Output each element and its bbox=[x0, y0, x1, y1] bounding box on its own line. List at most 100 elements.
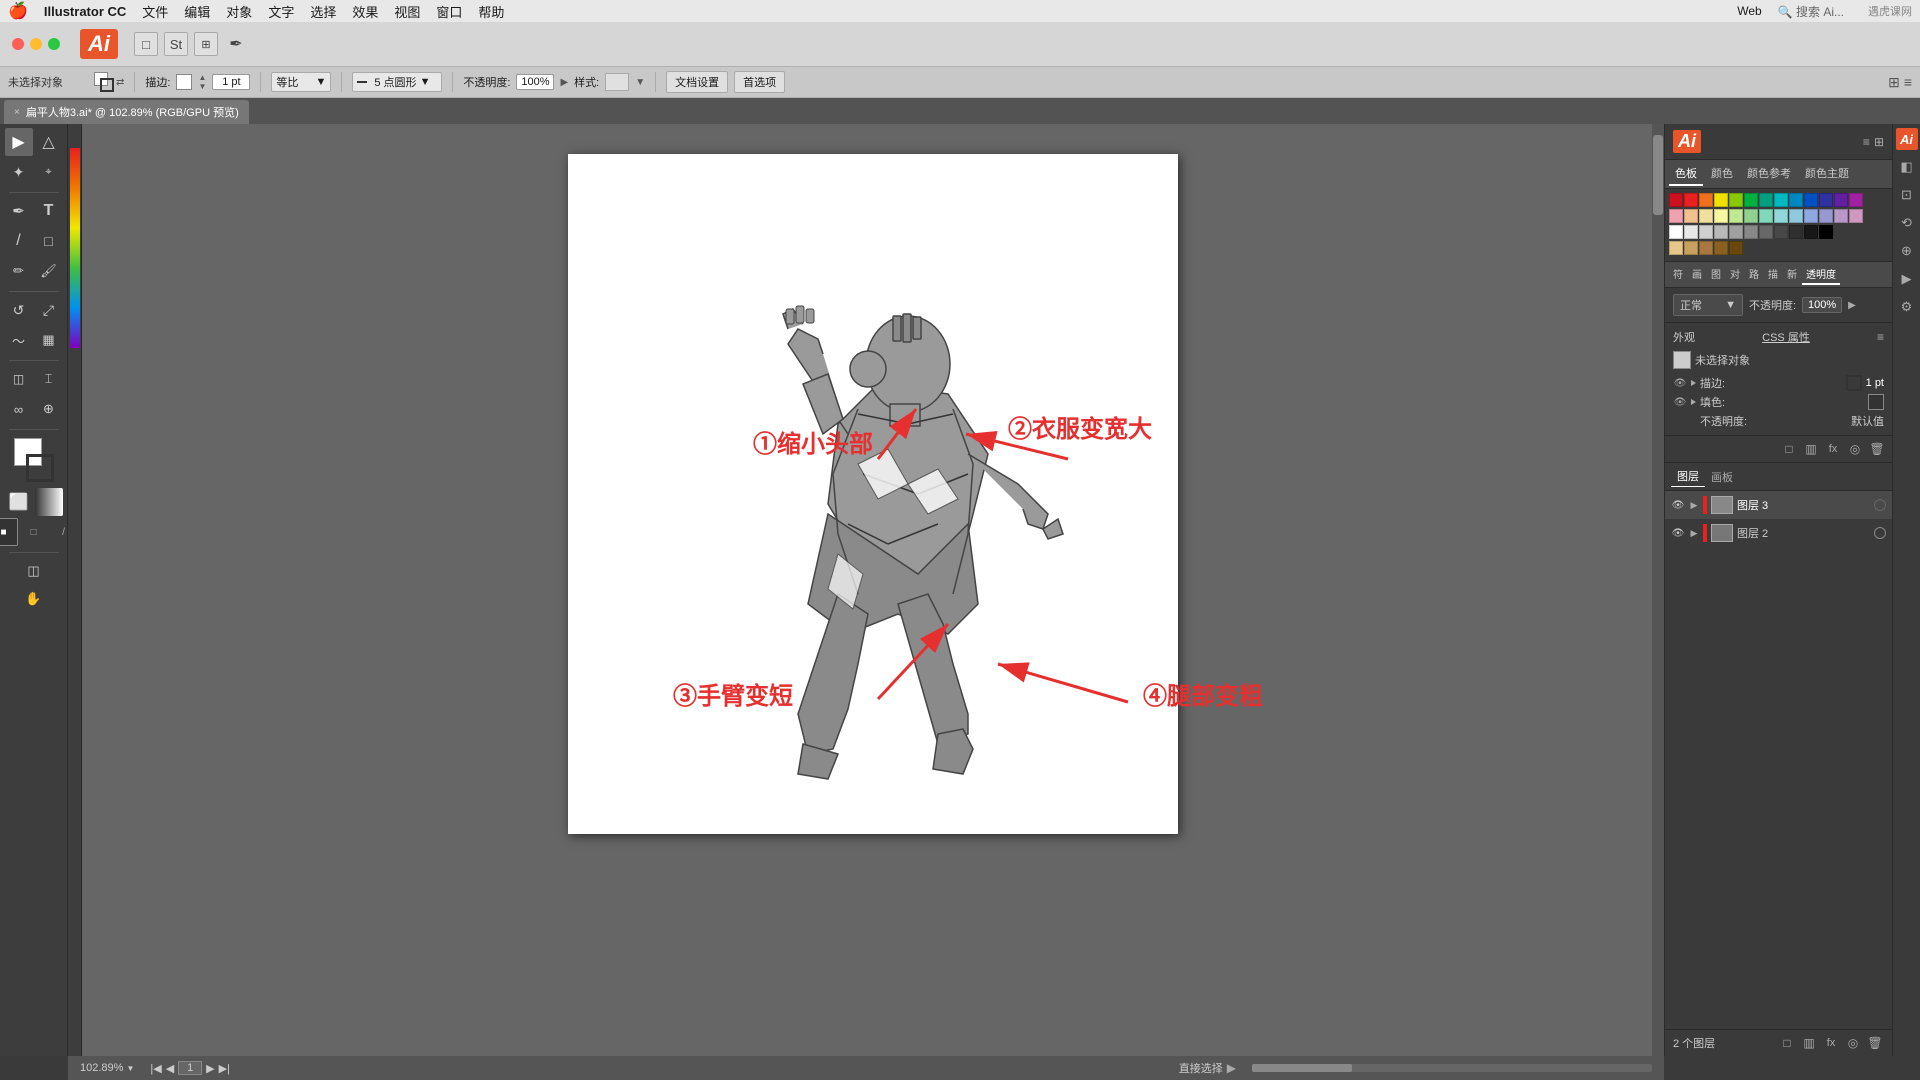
color-red[interactable] bbox=[1684, 193, 1698, 207]
color-lime[interactable] bbox=[1729, 193, 1743, 207]
select-tool[interactable]: ▶ bbox=[5, 128, 33, 156]
stroke-expand-arrow[interactable] bbox=[1691, 380, 1696, 386]
pen-tool[interactable]: ✒ bbox=[5, 197, 33, 225]
panel-icon-delete[interactable]: 🗑 bbox=[1868, 440, 1886, 458]
menu-help[interactable]: 帮助 bbox=[478, 2, 504, 21]
tab-transparency-active[interactable]: 透明度 bbox=[1802, 264, 1840, 285]
appearance-settings-icon[interactable]: ≡ bbox=[1877, 330, 1884, 344]
menu-select[interactable]: 选择 bbox=[310, 2, 336, 21]
panel-icon-target[interactable]: ◎ bbox=[1846, 440, 1864, 458]
panel-settings-icon[interactable]: ≡ bbox=[1863, 135, 1870, 149]
stroke-color-box[interactable] bbox=[176, 74, 192, 90]
scale-tool[interactable]: ⤢ bbox=[35, 296, 63, 324]
stroke-visibility-eye[interactable]: 👁 bbox=[1673, 376, 1687, 390]
pattern-mode[interactable]: / bbox=[50, 518, 69, 546]
color-indigo[interactable] bbox=[1819, 193, 1833, 207]
hand-tool[interactable]: ✋ bbox=[20, 585, 48, 613]
layer-2-item[interactable]: 👁 ▶ 图层 2 bbox=[1665, 519, 1892, 547]
type-tool[interactable]: T bbox=[35, 197, 63, 225]
direct-select-tool[interactable]: △ bbox=[35, 128, 63, 156]
stroke-type-dropdown[interactable]: 等比 ▼ bbox=[271, 72, 331, 92]
search-ai[interactable]: 🔍 搜索 Ai... bbox=[1778, 3, 1844, 20]
panel-icon-4[interactable]: ⊕ bbox=[1896, 240, 1918, 262]
layers-tab[interactable]: 图层 bbox=[1671, 466, 1705, 487]
layers-bottom-fx[interactable]: fx bbox=[1822, 1034, 1840, 1052]
tab-new[interactable]: 新 bbox=[1783, 264, 1801, 285]
color-orange[interactable] bbox=[1699, 193, 1713, 207]
layer-3-item[interactable]: 👁 ▶ 图层 3 bbox=[1665, 491, 1892, 519]
blend-mode-dropdown[interactable]: 正常 ▼ bbox=[1673, 294, 1743, 316]
color-purple[interactable] bbox=[1849, 193, 1863, 207]
color-blue[interactable] bbox=[1804, 193, 1818, 207]
color-red-dark[interactable] bbox=[1669, 193, 1683, 207]
tab-color[interactable]: 颜色 bbox=[1705, 162, 1739, 186]
rotate-tool[interactable]: ↺ bbox=[5, 296, 33, 324]
style-box[interactable] bbox=[605, 73, 629, 91]
stroke-up-down[interactable]: ▲ ▼ bbox=[198, 73, 206, 91]
panel-icon-3[interactable]: ⟲ bbox=[1896, 212, 1918, 234]
panel-expand-icon[interactable]: ⊞ bbox=[1874, 135, 1884, 149]
toolbar-icon-3[interactable]: ⊞ bbox=[194, 32, 218, 56]
toolbar-icon-1[interactable]: □ bbox=[134, 32, 158, 56]
toolbar-right-icons[interactable]: ⊞≡ bbox=[1888, 74, 1912, 91]
color-green[interactable] bbox=[1744, 193, 1758, 207]
app-name-menu[interactable]: Illustrator CC bbox=[44, 4, 126, 19]
statusbar-scrollbar[interactable] bbox=[1252, 1064, 1652, 1072]
menu-window[interactable]: 窗口 bbox=[436, 2, 462, 21]
menu-effect[interactable]: 效果 bbox=[352, 2, 378, 21]
zoom-tool[interactable]: ⊕ bbox=[35, 395, 63, 423]
color-yellow[interactable] bbox=[1714, 193, 1728, 207]
normal-mode[interactable]: ■ bbox=[0, 518, 18, 546]
menu-edit[interactable]: 编辑 bbox=[184, 2, 210, 21]
lasso-tool[interactable]: ⌖ bbox=[35, 158, 63, 186]
menu-view[interactable]: 视图 bbox=[394, 2, 420, 21]
workspace-selector[interactable]: Web bbox=[1737, 4, 1761, 18]
toolbar-icon-4[interactable]: ✒ bbox=[224, 32, 248, 56]
menu-text[interactable]: 文字 bbox=[268, 2, 294, 21]
style-dropdown-arrow[interactable]: ▼ bbox=[635, 77, 645, 88]
blend-tool[interactable]: ∞ bbox=[5, 395, 33, 423]
panel-icon-ai[interactable]: Ai bbox=[1896, 128, 1918, 150]
graph-tool[interactable]: ▦ bbox=[35, 326, 63, 354]
gradient-mini[interactable]: G bbox=[35, 488, 63, 516]
css-properties-link[interactable]: CSS 属性 bbox=[1762, 329, 1810, 345]
scroll-thumb[interactable] bbox=[1653, 135, 1663, 215]
menu-file[interactable]: 文件 bbox=[142, 2, 168, 21]
panel-icon-5[interactable]: ▶ bbox=[1896, 268, 1918, 290]
paintbrush-tool[interactable]: 🖌 bbox=[35, 257, 63, 285]
magic-wand-tool[interactable]: ✦ bbox=[5, 158, 33, 186]
panel-icon-2[interactable]: ⊡ bbox=[1896, 184, 1918, 206]
panel-icon-square[interactable]: □ bbox=[1780, 440, 1798, 458]
none-icon[interactable]: ⬜ bbox=[5, 488, 33, 516]
color-sky[interactable] bbox=[1789, 193, 1803, 207]
tab-path[interactable]: 路 bbox=[1745, 264, 1763, 285]
tab-char[interactable]: 符 bbox=[1669, 264, 1687, 285]
artboard-tab[interactable]: 画板 bbox=[1705, 467, 1739, 487]
layers-bottom-square[interactable]: □ bbox=[1778, 1034, 1796, 1052]
tab-align[interactable]: 对 bbox=[1726, 264, 1744, 285]
layers-bottom-canvas[interactable]: ▥ bbox=[1800, 1034, 1818, 1052]
pencil-tool[interactable]: ✏ bbox=[5, 257, 33, 285]
panel-icon-fx[interactable]: fx bbox=[1824, 440, 1842, 458]
tab-active[interactable]: × 扁平人物3.ai* @ 102.89% (RGB/GPU 预览) bbox=[4, 100, 249, 124]
layer-2-visibility[interactable]: 👁 bbox=[1671, 526, 1685, 540]
apple-menu[interactable]: 🍎 bbox=[8, 1, 28, 21]
eyedropper-tool[interactable]: ⌶ bbox=[35, 365, 63, 393]
close-button[interactable] bbox=[12, 38, 24, 50]
tab-image[interactable]: 图 bbox=[1707, 264, 1725, 285]
tab-color-theme[interactable]: 颜色主题 bbox=[1799, 162, 1855, 186]
layers-bottom-target[interactable]: ◎ bbox=[1844, 1034, 1862, 1052]
menu-object[interactable]: 对象 bbox=[226, 2, 252, 21]
doc-settings-button[interactable]: 文档设置 bbox=[666, 71, 728, 93]
warp-tool[interactable]: 〜 bbox=[5, 326, 33, 354]
color-mode[interactable]: □ bbox=[20, 518, 48, 546]
zoom-display[interactable]: 102.89% ▼ bbox=[80, 1062, 134, 1074]
stroke-width-input[interactable]: 1 pt bbox=[212, 74, 250, 90]
toolbar-icon-2[interactable]: St bbox=[164, 32, 188, 56]
preferences-button[interactable]: 首选项 bbox=[734, 71, 785, 93]
fill-visibility-eye[interactable]: 👁 bbox=[1673, 395, 1687, 409]
artboard-tool[interactable]: ◫ bbox=[20, 557, 48, 585]
stroke-swatch[interactable] bbox=[26, 454, 54, 482]
brush-dropdown[interactable]: 5 点圆形 ▼ bbox=[352, 72, 442, 92]
canvas-container[interactable]: ①缩小头部 bbox=[82, 124, 1664, 1056]
